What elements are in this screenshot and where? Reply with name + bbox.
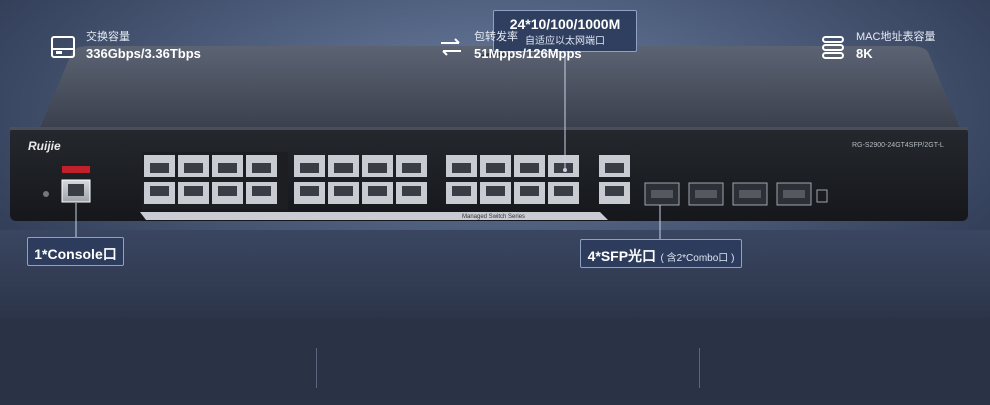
- stat-label: 交换容量: [86, 31, 130, 43]
- callout-sfp-title: 4*SFP光口: [587, 248, 657, 264]
- exchange-arrows-icon: [441, 38, 461, 56]
- rj45-group-3: [446, 155, 579, 204]
- callout-sfp-ports: 4*SFP光口 ( 含2*Combo口 ): [580, 239, 742, 268]
- stat-divider: [699, 348, 700, 388]
- stat-label: MAC地址表容量: [856, 31, 936, 43]
- callout-console-port: 1*Console口: [27, 237, 124, 266]
- product-image-stage: Ruijie RG-S2900-24GT4SFP/2GT-L Managed S…: [0, 0, 990, 405]
- stat-divider: [316, 348, 317, 388]
- specs-bar: [0, 318, 990, 405]
- callout-console-title: 1*Console口: [34, 246, 117, 262]
- stat-forwarding-rate: 包转发率 51Mpps/126Mpps: [438, 30, 582, 64]
- reset-button: [816, 189, 828, 203]
- rj45-combo-group: [599, 155, 630, 204]
- stat-value: 8K: [856, 46, 873, 61]
- stat-label: 包转发率: [474, 31, 518, 43]
- database-icon: [822, 36, 844, 59]
- callout-sfp-sub: ( 含2*Combo口 ): [660, 253, 735, 264]
- rj45-group-2: [294, 155, 427, 204]
- storage-icon: [51, 36, 75, 58]
- stat-mac-table: MAC地址表容量 8K: [820, 30, 935, 64]
- stat-switching-capacity: 交换容量 336Gbps/3.36Tbps: [50, 30, 201, 64]
- sfp-ports: [644, 182, 812, 206]
- rj45-group-1: [144, 155, 277, 204]
- stat-value: 336Gbps/3.36Tbps: [86, 46, 201, 61]
- stat-value: 51Mpps/126Mpps: [474, 46, 582, 61]
